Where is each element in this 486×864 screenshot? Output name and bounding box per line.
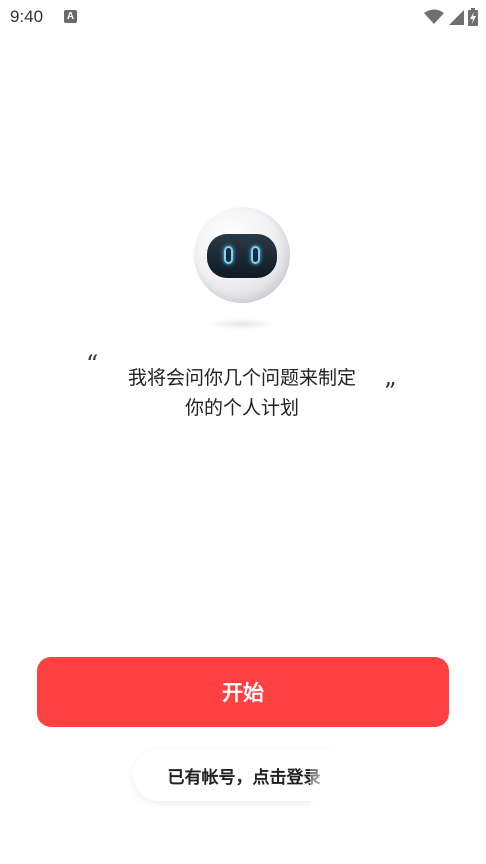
robot-left-eye: [224, 246, 233, 264]
status-time: 9:40: [10, 7, 44, 26]
robot-avatar: [194, 207, 290, 303]
intro-line-2: 你的个人计划: [184, 397, 299, 419]
intro-message: 我将会问你几个问题来制定 你的个人计划: [100, 363, 384, 423]
login-link-label: 已有帐号，点击登录: [167, 767, 321, 788]
notification-a-icon: A: [64, 10, 77, 23]
status-bar: 9:40 A: [0, 0, 486, 34]
battery-charging-icon: [468, 8, 478, 26]
robot-head: [194, 207, 290, 303]
cellular-signal-icon: [449, 10, 464, 25]
intro-line-1: 我将会问你几个问题来制定: [127, 367, 356, 389]
start-button[interactable]: 开始: [37, 657, 449, 727]
login-link-button[interactable]: 已有帐号，点击登录: [133, 749, 355, 801]
robot-right-eye: [251, 246, 260, 264]
status-icons: [424, 7, 478, 27]
wifi-icon: [424, 9, 444, 24]
robot-shadow: [208, 318, 276, 330]
robot-face: [207, 234, 277, 278]
quote-open-mark: “: [86, 350, 99, 378]
quote-close-mark: ”: [384, 378, 397, 406]
